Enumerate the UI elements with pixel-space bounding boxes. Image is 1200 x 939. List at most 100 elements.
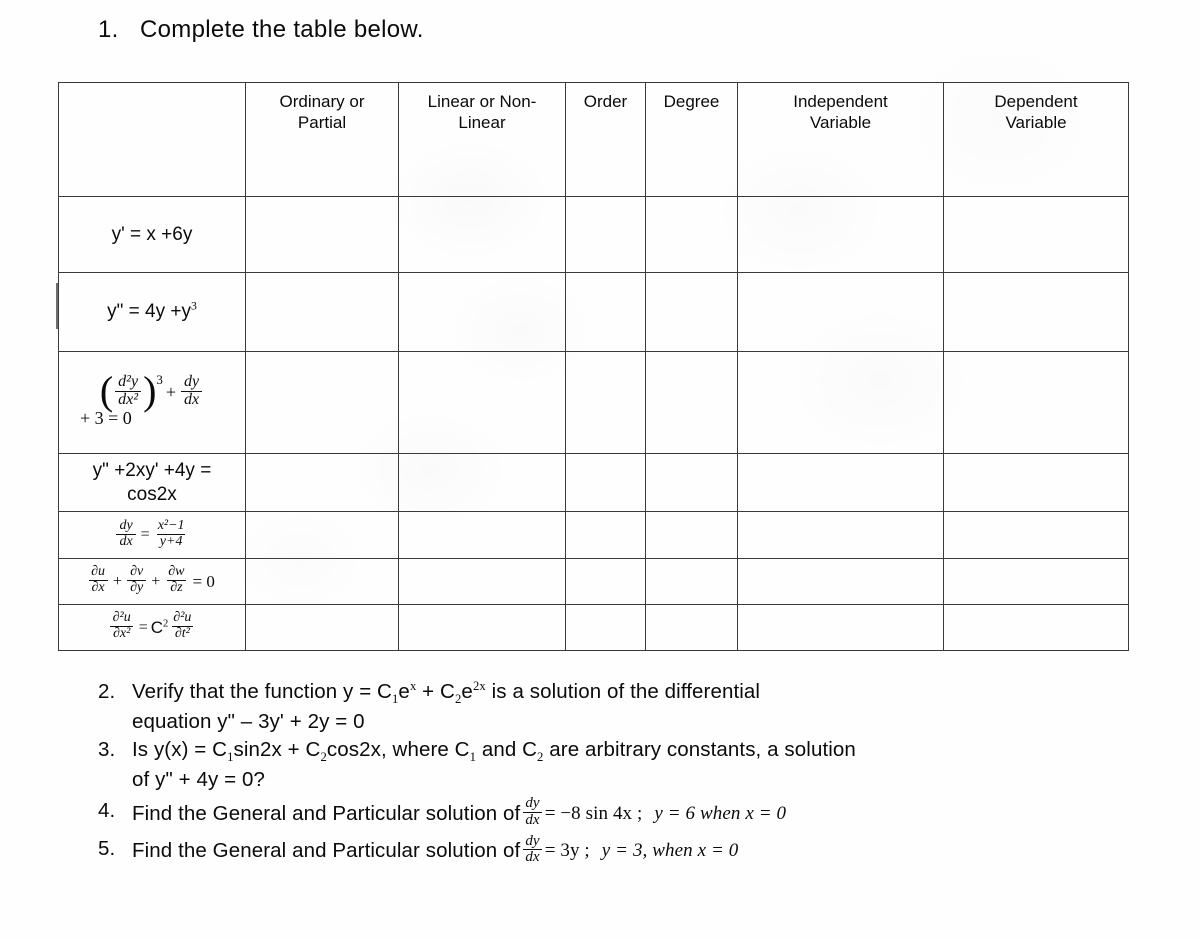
- answer-cell-dependent-variable[interactable]: [943, 196, 1129, 273]
- question-body: Verify that the function y = C1ex + C2e2…: [132, 678, 1158, 735]
- answer-cell-dependent-variable[interactable]: [943, 511, 1129, 559]
- answer-cell-order[interactable]: [565, 604, 646, 651]
- header-dependent-variable: Dependent Variable: [943, 82, 1129, 197]
- equation-cell-6: ∂u ∂x + ∂v ∂y + ∂w ∂z = 0: [58, 558, 246, 605]
- question-line-1: Verify that the function y = C1ex + C2e2…: [132, 679, 761, 707]
- header-degree: Degree: [645, 82, 738, 197]
- answer-cell-dependent-variable[interactable]: [943, 558, 1129, 605]
- answer-cell-degree[interactable]: [645, 453, 738, 512]
- answer-cell-order[interactable]: [565, 196, 646, 273]
- dy-dx-fraction: dy dx: [523, 795, 542, 828]
- answer-cell-dependent-variable[interactable]: [943, 453, 1129, 512]
- answer-cell-linear-nonlinear[interactable]: [398, 272, 566, 352]
- answer-cell-order[interactable]: [565, 558, 646, 605]
- answer-cell-linear-nonlinear[interactable]: [398, 453, 566, 512]
- answer-cell-independent-variable[interactable]: [737, 196, 944, 273]
- answer-cell-ordinary-partial[interactable]: [245, 511, 399, 559]
- d2u-dt2-fraction: ∂²u ∂t²: [171, 610, 193, 641]
- equation-cell-4: y" +2xy' +4y = cos2x: [58, 453, 246, 512]
- table-row: ∂²u ∂x² = C2 ∂²u ∂t²: [58, 604, 1129, 651]
- answer-cell-degree[interactable]: [645, 272, 738, 352]
- scan-artifact-line: [56, 283, 58, 329]
- item-1-number: 1.: [98, 16, 119, 43]
- plus-sign-2: +: [151, 572, 161, 590]
- table-row: y" +2xy' +4y = cos2x: [58, 453, 1129, 512]
- answer-cell-ordinary-partial[interactable]: [245, 351, 399, 454]
- plus-sign: +: [165, 382, 177, 402]
- answer-cell-order[interactable]: [565, 511, 646, 559]
- answer-cell-independent-variable[interactable]: [737, 558, 944, 605]
- answer-cell-ordinary-partial[interactable]: [245, 196, 399, 273]
- question-line-1: Is y(x) = C1sin2x + C2cos2x, where C1 an…: [132, 738, 856, 765]
- d2u-dx2-fraction: ∂²u ∂x²: [109, 611, 134, 641]
- answer-cell-ordinary-partial[interactable]: [245, 453, 399, 512]
- dy-dx-fraction: dy dx: [523, 833, 542, 866]
- table-row: ( d²y dx² ) 3 + dy dx + 3 = 0: [58, 351, 1129, 454]
- header-line-2: Variable: [809, 112, 872, 132]
- header-line-1: Independent: [793, 92, 888, 111]
- answer-cell-ordinary-partial[interactable]: [245, 604, 399, 651]
- answer-cell-degree[interactable]: [645, 511, 738, 559]
- second-derivative-fraction: d²y dx²: [115, 373, 142, 408]
- answer-cell-dependent-variable[interactable]: [943, 604, 1129, 651]
- answer-cell-order[interactable]: [565, 351, 646, 454]
- equation-line-1: y" +2xy' +4y =: [92, 459, 212, 481]
- equals-sign: =: [138, 618, 148, 636]
- dv-dy-fraction: ∂v ∂y: [127, 565, 147, 595]
- header-independent-variable: Independent Variable: [737, 82, 944, 197]
- question-body: Find the General and Particular solution…: [132, 795, 1158, 829]
- answer-cell-dependent-variable[interactable]: [943, 351, 1129, 454]
- question-number: 2.: [98, 680, 116, 703]
- answer-cell-linear-nonlinear[interactable]: [398, 511, 566, 559]
- du-dx-fraction: ∂u ∂x: [88, 565, 108, 595]
- table-header-row: Ordinary or Partial Linear or Non- Linea…: [58, 82, 1129, 197]
- answer-cell-independent-variable[interactable]: [737, 511, 944, 559]
- answer-cell-linear-nonlinear[interactable]: [398, 604, 566, 651]
- answer-cell-degree[interactable]: [645, 351, 738, 454]
- answer-cell-order[interactable]: [565, 272, 646, 352]
- answer-cell-linear-nonlinear[interactable]: [398, 351, 566, 454]
- answer-cell-degree[interactable]: [645, 196, 738, 273]
- equation-line-2: cos2x: [127, 483, 177, 505]
- answer-cell-linear-nonlinear[interactable]: [398, 558, 566, 605]
- equation-cell-5: dy dx = x²−1 y+4: [58, 511, 246, 559]
- answer-cell-independent-variable[interactable]: [737, 351, 944, 454]
- header-order: Order: [565, 82, 646, 197]
- answer-cell-independent-variable[interactable]: [737, 453, 944, 512]
- answer-cell-order[interactable]: [565, 453, 646, 512]
- question-body: Find the General and Particular solution…: [132, 833, 1158, 867]
- answer-cell-linear-nonlinear[interactable]: [398, 196, 566, 273]
- equation-cell-3: ( d²y dx² ) 3 + dy dx + 3 = 0: [58, 351, 246, 454]
- table-row: dy dx = x²−1 y+4: [58, 511, 1129, 559]
- table-row: ∂u ∂x + ∂v ∂y + ∂w ∂z = 0: [58, 558, 1129, 605]
- table-row: y" = 4y +y3: [58, 272, 1129, 352]
- answer-cell-ordinary-partial[interactable]: [245, 558, 399, 605]
- question-number: 3.: [98, 738, 116, 762]
- item-1-text: Complete the table below.: [140, 16, 424, 43]
- question-equation: = 3y ;: [544, 840, 590, 862]
- equation-cell-7: ∂²u ∂x² = C2 ∂²u ∂t²: [58, 604, 246, 651]
- question-line-2: of y" + 4y = 0?: [132, 768, 265, 792]
- header-line-2: Partial: [297, 112, 347, 132]
- question-number: 5.: [98, 837, 116, 861]
- differential-equations-table: Ordinary or Partial Linear or Non- Linea…: [58, 82, 1129, 651]
- coefficient-c: C2: [150, 617, 169, 637]
- question-item-4: 4. Find the General and Particular solut…: [98, 795, 1158, 829]
- question-item-5: 5. Find the General and Particular solut…: [98, 833, 1158, 867]
- dy-dx-fraction: dy dx: [116, 518, 136, 549]
- question-item-3: 3. Is y(x) = C1sin2x + C2cos2x, where C1…: [98, 736, 1158, 793]
- first-derivative-fraction: dy dx: [181, 373, 203, 408]
- answer-cell-dependent-variable[interactable]: [943, 272, 1129, 352]
- answer-cell-independent-variable[interactable]: [737, 272, 944, 352]
- header-line-2: Linear: [458, 112, 506, 132]
- answer-cell-degree[interactable]: [645, 604, 738, 651]
- equals-sign: =: [140, 526, 150, 543]
- header-blank-cell: [58, 82, 246, 197]
- question-line-2: equation y" – 3y' + 2y = 0: [132, 709, 365, 733]
- answer-cell-degree[interactable]: [645, 558, 738, 605]
- header-ordinary-or-partial: Ordinary or Partial: [245, 82, 399, 197]
- exponent: 3: [156, 372, 163, 388]
- answer-cell-ordinary-partial[interactable]: [245, 272, 399, 352]
- answer-cell-independent-variable[interactable]: [737, 604, 944, 651]
- table-row: y' = x +6y: [58, 196, 1129, 273]
